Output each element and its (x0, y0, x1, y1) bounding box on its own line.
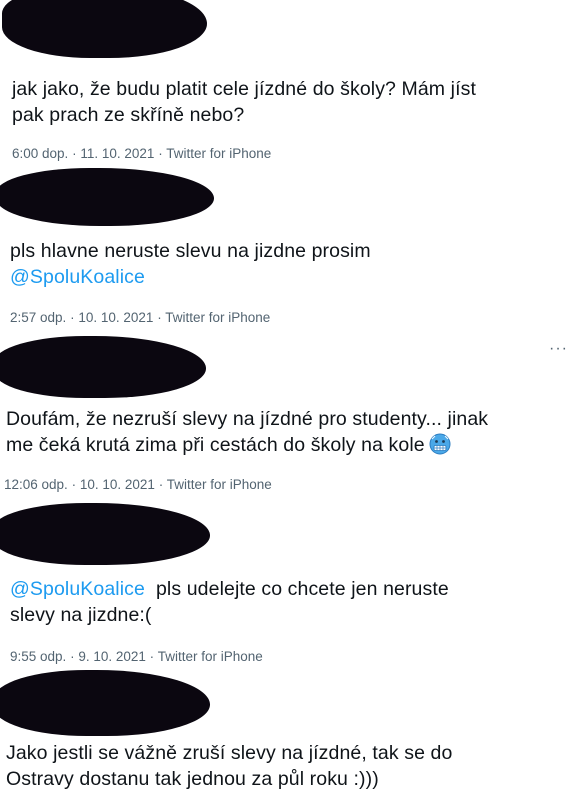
meta-separator: · (72, 146, 77, 161)
tweet-text-line: jak jako, že budu platit cele jízdné do … (12, 78, 476, 100)
meta-separator: · (157, 310, 162, 325)
tweet-text-line: pak prach ze skříně nebo? (12, 104, 245, 126)
tweet-time[interactable]: 9:55 odp. (10, 649, 66, 664)
redacted-avatar-name (0, 336, 206, 398)
tweet-meta: 2:57 odp. · 10. 10. 2021 · Twitter for i… (10, 310, 270, 325)
tweet-text: pls hlavne neruste slevu na jizdne prosi… (10, 238, 570, 290)
tweet-text: Doufám, že nezruší slevy na jízdné pro s… (6, 406, 572, 458)
tweet-text: Jako jestli se vážně zruší slevy na jízd… (6, 740, 572, 792)
tweet-text: @SpoluKoalice pls udelejte co chcete jen… (10, 576, 570, 628)
meta-separator: · (71, 477, 77, 492)
more-options-icon[interactable]: ··· (549, 340, 568, 358)
tweet-date[interactable]: 10. 10. 2021 (80, 477, 155, 492)
tweet-meta: 12:06 odp. · 10. 10. 2021 · Twitter for … (4, 477, 272, 492)
tweet-text-segment: pls udelejte co chcete jen neruste (155, 578, 449, 600)
redacted-avatar-name (0, 503, 210, 565)
redacted-avatar-name (0, 670, 210, 736)
tweet-text-line: @SpoluKoalice pls udelejte co chcete jen… (10, 576, 570, 602)
meta-separator: · (149, 649, 155, 664)
tweet-time[interactable]: 2:57 odp. (10, 310, 66, 325)
tweet-text-line: pls hlavne neruste slevu na jizdne prosi… (10, 240, 371, 262)
tweet-text-line: slevy na jizdne:( (10, 604, 152, 626)
tweet-meta: 9:55 odp. · 9. 10. 2021 · Twitter for iP… (10, 649, 263, 664)
tweet-text-line: Ostravy dostanu tak jednou za půl roku :… (6, 768, 379, 790)
redacted-avatar-name (2, 0, 207, 58)
tweet-text-line: Doufám, že nezruší slevy na jízdné pro s… (6, 408, 489, 430)
tweet-meta: 6:00 dop. · 11. 10. 2021 · Twitter for i… (12, 146, 271, 161)
tweet-date[interactable]: 11. 10. 2021 (80, 146, 154, 161)
tweet-time[interactable]: 6:00 dop. (12, 146, 68, 161)
meta-separator: · (158, 477, 164, 492)
tweet-date[interactable]: 9. 10. 2021 (78, 649, 146, 664)
tweet-text-line-with-emoji: me čeká krutá zima při cestách do školy … (6, 432, 572, 458)
meta-separator: · (70, 310, 75, 325)
tweet-source[interactable]: Twitter for iPhone (158, 649, 263, 664)
tweet-text-line: me čeká krutá zima při cestách do školy … (6, 434, 425, 456)
redacted-avatar-name (0, 168, 214, 226)
tweet-source[interactable]: Twitter for iPhone (166, 146, 271, 161)
tweet-date[interactable]: 10. 10. 2021 (78, 310, 153, 325)
mention-link[interactable]: @SpoluKoalice (10, 264, 570, 290)
meta-separator: · (70, 649, 75, 664)
tweet-text-line: Jako jestli se vážně zruší slevy na jízd… (6, 742, 453, 764)
tweet-time[interactable]: 12:06 odp. (4, 477, 68, 492)
mention-link[interactable]: @SpoluKoalice (10, 578, 145, 600)
cold-face-emoji-icon (429, 433, 451, 455)
meta-separator: · (158, 146, 163, 161)
tweet-text: jak jako, že budu platit cele jízdné do … (12, 76, 572, 128)
tweet-source[interactable]: Twitter for iPhone (167, 477, 272, 492)
tweet-source[interactable]: Twitter for iPhone (165, 310, 270, 325)
